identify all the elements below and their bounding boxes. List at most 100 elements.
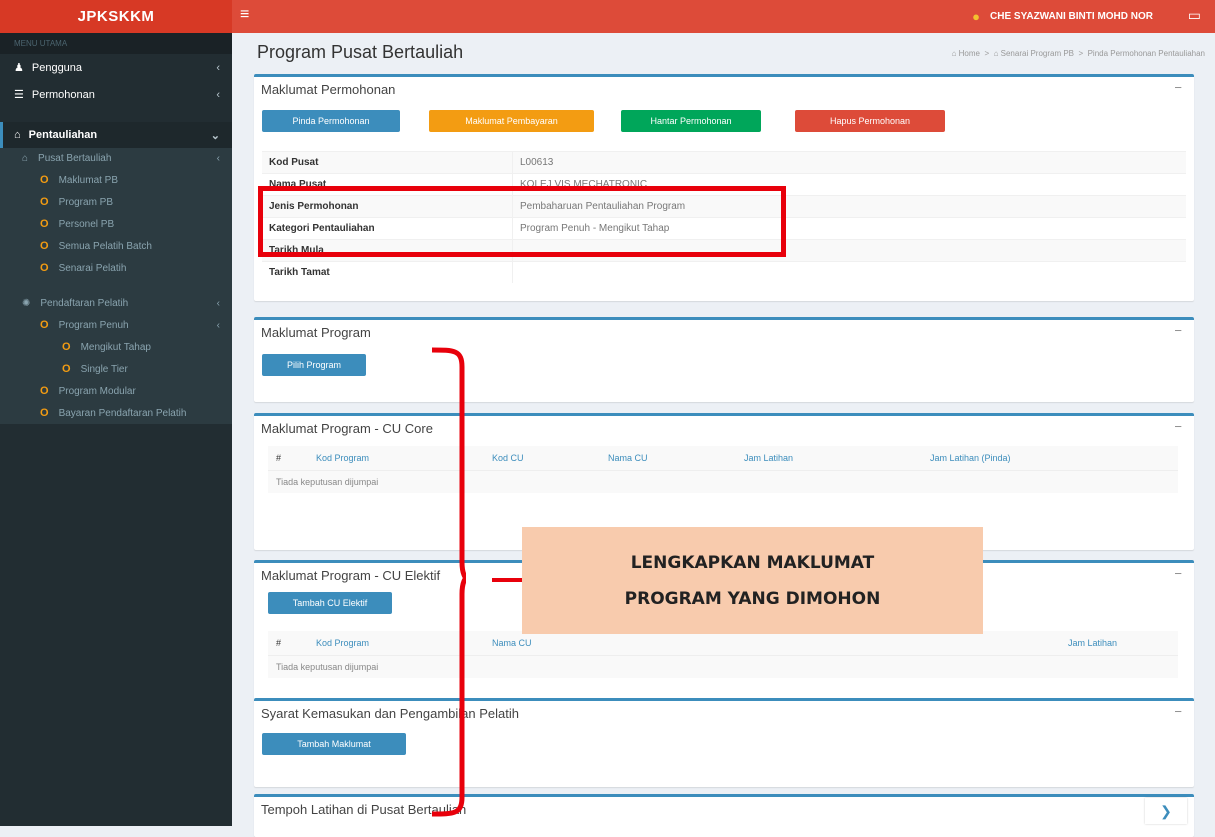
table-header-row: # Kod Program Nama CU Jam Latihan <box>268 631 1178 656</box>
sidebar-item-program-pb[interactable]: O Program PB <box>0 191 232 213</box>
empty-message: Tiada keputusan dijumpai <box>268 655 1178 678</box>
maklumat-pembayaran-button[interactable]: Maklumat Pembayaran <box>429 110 594 132</box>
column-header[interactable]: # <box>268 631 308 656</box>
sidebar-item-label: Pendaftaran Pelatih <box>40 298 129 309</box>
sidebar-item-mengikut-tahap[interactable]: O Mengikut Tahap <box>0 336 232 358</box>
sidebar-item-label: Pengguna <box>31 61 83 74</box>
circle-icon: O <box>40 262 49 274</box>
column-header[interactable]: Kod CU <box>484 446 600 471</box>
sidebar-item-permohonan[interactable]: ☰ Permohonan ‹ <box>0 81 232 108</box>
breadcrumb-home[interactable]: Home <box>959 49 980 58</box>
sidebar-item-label: Semua Pelatih Batch <box>58 240 152 252</box>
bracket-annotation <box>432 347 466 817</box>
chat-icon[interactable]: ▭ <box>1188 7 1201 24</box>
sidebar-item-pendaftaran-pelatih[interactable]: ✺ Pendaftaran Pelatih ‹ <box>0 293 232 314</box>
callout-line-2: PROGRAM YANG DIMOHON <box>624 588 881 609</box>
table-row: Tarikh Tamat <box>262 261 1186 283</box>
user-avatar-icon: ● <box>972 9 981 24</box>
breadcrumb-senarai-program[interactable]: Senarai Program PB <box>1001 49 1074 58</box>
bank-icon: ⌂ <box>22 153 29 164</box>
breadcrumb-current: Pinda Permohonan Pentauliahan <box>1087 49 1205 58</box>
bank-icon: ⌂ <box>14 129 21 141</box>
sidebar-item-personel-pb[interactable]: O Personel PB <box>0 213 232 235</box>
sidebar-item-senarai-pelatih[interactable]: O Senarai Pelatih <box>0 257 232 279</box>
sidebar-item-label: Mengikut Tahap <box>80 341 151 353</box>
row-value <box>512 261 1186 283</box>
row-key: Tarikh Tamat <box>262 261 513 283</box>
tambah-cu-elektif-button[interactable]: Tambah CU Elektif <box>268 592 392 614</box>
circle-icon: O <box>62 363 71 375</box>
box-title: Maklumat Program <box>261 325 371 340</box>
chevron-left-icon: ‹ <box>216 153 220 164</box>
box-title: Maklumat Program - CU Elektif <box>261 568 441 583</box>
circle-icon: O <box>40 385 49 397</box>
sidebar-item-bayaran-pendaftaran[interactable]: O Bayaran Pendaftaran Pelatih <box>0 402 232 424</box>
circle-icon: O <box>62 341 71 353</box>
circle-icon: O <box>40 174 49 186</box>
circle-icon: O <box>40 319 49 331</box>
sidebar-item-program-modular[interactable]: O Program Modular <box>0 380 232 402</box>
box-title: Maklumat Program - CU Core <box>261 421 433 436</box>
circle-icon: O <box>40 407 49 419</box>
collapse-icon[interactable]: − <box>1174 419 1182 434</box>
column-header[interactable]: Jam Latihan (Pinda) <box>922 446 1178 471</box>
collapse-icon[interactable]: − <box>1174 323 1182 338</box>
sidebar-item-label: Program Modular <box>58 385 136 397</box>
box-syarat-kemasukan: Syarat Kemasukan dan Pengambilan Pelatih… <box>254 698 1194 787</box>
column-header[interactable]: Jam Latihan <box>736 446 922 471</box>
sidebar-item-label: Single Tier <box>80 363 128 375</box>
sidebar-item-semua-pelatih-batch[interactable]: O Semua Pelatih Batch <box>0 235 232 257</box>
hapus-permohonan-button[interactable]: Hapus Permohonan <box>795 110 945 132</box>
sidebar-item-pengguna[interactable]: ♟ Pengguna ‹ <box>0 54 232 81</box>
sidebar-submenu-pentauliahan: ⌂ Pusat Bertauliah ‹ O Maklumat PB O Pro… <box>0 148 232 424</box>
hamburger-icon[interactable]: ≡ <box>240 6 249 24</box>
column-header[interactable]: Nama CU <box>484 631 1060 656</box>
pilih-program-button[interactable]: Pilih Program <box>262 354 366 376</box>
user-menu[interactable]: ● CHE SYAZWANI BINTI MOHD NOR <box>972 9 1153 24</box>
sidebar-item-maklumat-pb[interactable]: O Maklumat PB <box>0 169 232 191</box>
box-maklumat-program: Maklumat Program − Pilih Program <box>254 317 1194 402</box>
user-icon: ♟ <box>14 62 24 74</box>
sidebar-item-label: Personel PB <box>58 218 115 230</box>
sidebar-item-pentauliahan[interactable]: ⌂ Pentauliahan ⌄ <box>0 122 232 148</box>
bracket-connector <box>492 578 522 582</box>
page-title: Program Pusat Bertauliah <box>257 42 464 62</box>
column-header[interactable]: # <box>268 446 308 471</box>
sidebar-item-label: Bayaran Pendaftaran Pelatih <box>58 407 187 419</box>
top-navbar: ≡ ● CHE SYAZWANI BINTI MOHD NOR ▭ <box>232 0 1215 33</box>
row-key: Kod Pusat <box>262 151 513 174</box>
chat-widget-icon[interactable]: ❯ <box>1145 798 1187 824</box>
column-header[interactable]: Jam Latihan <box>1060 631 1178 656</box>
collapse-icon[interactable]: − <box>1174 80 1182 95</box>
chevron-left-icon: ‹ <box>216 319 220 331</box>
app-logo[interactable]: JPKSKKM <box>0 0 232 33</box>
pinda-permohonan-button[interactable]: Pinda Permohonan <box>262 110 400 132</box>
dashboard-icon: ⌂ <box>951 49 957 58</box>
list-icon: ☰ <box>14 89 24 101</box>
empty-message: Tiada keputusan dijumpai <box>268 470 1178 493</box>
sidebar-item-single-tier[interactable]: O Single Tier <box>0 358 232 380</box>
circle-icon: O <box>40 196 49 208</box>
callout-line-1: LENGKAPKAN MAKLUMAT <box>630 552 875 573</box>
box-title: Maklumat Permohonan <box>261 82 396 97</box>
sidebar-item-pusat-bertauliah[interactable]: ⌂ Pusat Bertauliah ‹ <box>0 148 232 169</box>
table-header-row: # Kod Program Kod CU Nama CU Jam Latihan… <box>268 446 1178 471</box>
cu-core-table: # Kod Program Kod CU Nama CU Jam Latihan… <box>268 446 1178 493</box>
collapse-icon[interactable]: − <box>1174 704 1182 719</box>
dashboard-icon: ⌂ <box>993 49 999 58</box>
column-header[interactable]: Nama CU <box>600 446 736 471</box>
box-tempoh-latihan: Tempoh Latihan di Pusat Bertauliah <box>254 794 1194 837</box>
table-row: Tiada keputusan dijumpai <box>268 470 1178 493</box>
chevron-left-icon: ‹ <box>216 88 220 101</box>
chevron-left-icon: ‹ <box>216 61 220 74</box>
sidebar: MENU UTAMA ♟ Pengguna ‹ ☰ Permohonan ‹ ⌂… <box>0 33 232 826</box>
tambah-maklumat-button[interactable]: Tambah Maklumat <box>262 733 406 755</box>
sidebar-item-label: Senarai Pelatih <box>58 262 127 274</box>
hantar-permohonan-button[interactable]: Hantar Permohonan <box>621 110 761 132</box>
circle-icon: O <box>40 240 49 252</box>
chevron-down-icon: ⌄ <box>210 129 220 142</box>
collapse-icon[interactable]: − <box>1174 566 1182 581</box>
sidebar-item-program-penuh[interactable]: O Program Penuh ‹ <box>0 314 232 336</box>
